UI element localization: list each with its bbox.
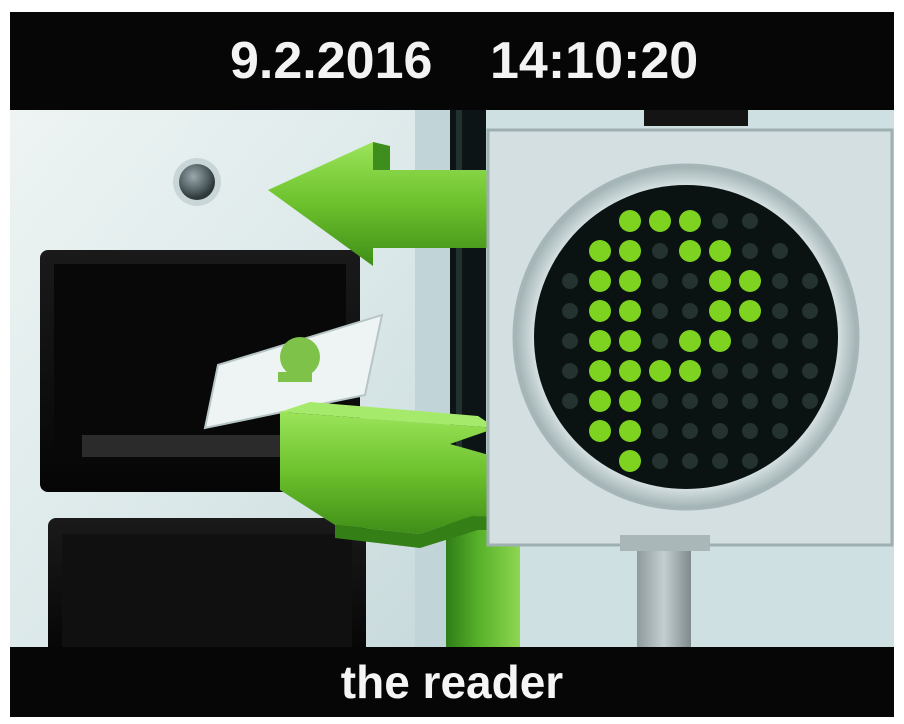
led-off bbox=[562, 303, 578, 319]
time-label: 14:10:20 bbox=[490, 32, 699, 90]
led-off bbox=[562, 333, 578, 349]
led-off bbox=[652, 423, 668, 439]
led-off bbox=[772, 363, 788, 379]
led-on bbox=[679, 210, 701, 232]
led-off bbox=[652, 303, 668, 319]
led-off bbox=[802, 393, 818, 409]
led-off bbox=[682, 423, 698, 439]
led-on bbox=[589, 420, 611, 442]
led-off bbox=[772, 333, 788, 349]
led-on bbox=[619, 270, 641, 292]
led-on bbox=[679, 360, 701, 382]
led-off bbox=[802, 273, 818, 289]
led-off bbox=[742, 213, 758, 229]
led-off bbox=[652, 243, 668, 259]
led-off bbox=[712, 423, 728, 439]
led-on bbox=[589, 360, 611, 382]
date-label: 9.2.2016 bbox=[230, 32, 433, 90]
led-on bbox=[589, 270, 611, 292]
led-off bbox=[772, 423, 788, 439]
led-off bbox=[742, 243, 758, 259]
led-on bbox=[619, 420, 641, 442]
led-off bbox=[742, 363, 758, 379]
reader-button-icon bbox=[173, 158, 221, 206]
status-bar: 9.2.2016 14:10:20 bbox=[10, 12, 894, 110]
led-on bbox=[649, 210, 671, 232]
led-off bbox=[682, 453, 698, 469]
led-on bbox=[709, 240, 731, 262]
led-on bbox=[679, 240, 701, 262]
led-off bbox=[712, 393, 728, 409]
led-on bbox=[589, 300, 611, 322]
led-on bbox=[619, 330, 641, 352]
caption-text: the reader bbox=[340, 656, 564, 708]
led-off bbox=[772, 243, 788, 259]
led-on bbox=[619, 450, 641, 472]
led-on bbox=[589, 330, 611, 352]
led-off bbox=[682, 393, 698, 409]
led-on bbox=[709, 330, 731, 352]
reader-illustration bbox=[10, 110, 894, 647]
led-off bbox=[802, 333, 818, 349]
led-off bbox=[802, 363, 818, 379]
led-off bbox=[562, 273, 578, 289]
led-off bbox=[562, 393, 578, 409]
led-on bbox=[709, 300, 731, 322]
led-off bbox=[682, 273, 698, 289]
led-on bbox=[619, 240, 641, 262]
led-on bbox=[649, 360, 671, 382]
led-off bbox=[562, 363, 578, 379]
led-on bbox=[619, 390, 641, 412]
led-on bbox=[739, 270, 761, 292]
led-off bbox=[712, 363, 728, 379]
led-off bbox=[742, 453, 758, 469]
led-on bbox=[589, 240, 611, 262]
parking-p-led-icon bbox=[562, 210, 818, 472]
led-on bbox=[619, 210, 641, 232]
led-off bbox=[652, 453, 668, 469]
led-on bbox=[589, 390, 611, 412]
led-on bbox=[709, 270, 731, 292]
caption-bar: the reader bbox=[10, 647, 894, 717]
led-off bbox=[682, 303, 698, 319]
led-off bbox=[652, 273, 668, 289]
lower-slot bbox=[48, 518, 366, 647]
led-off bbox=[742, 393, 758, 409]
device-screen: 9.2.2016 14:10:20 the reader bbox=[10, 12, 894, 717]
led-on bbox=[739, 300, 761, 322]
led-off bbox=[652, 393, 668, 409]
led-on bbox=[619, 360, 641, 382]
led-on bbox=[619, 300, 641, 322]
led-off bbox=[772, 273, 788, 289]
led-off bbox=[772, 393, 788, 409]
led-off bbox=[712, 213, 728, 229]
led-off bbox=[802, 303, 818, 319]
led-on bbox=[679, 330, 701, 352]
led-off bbox=[742, 423, 758, 439]
led-off bbox=[652, 333, 668, 349]
led-off bbox=[712, 453, 728, 469]
led-off bbox=[742, 333, 758, 349]
led-off bbox=[772, 303, 788, 319]
